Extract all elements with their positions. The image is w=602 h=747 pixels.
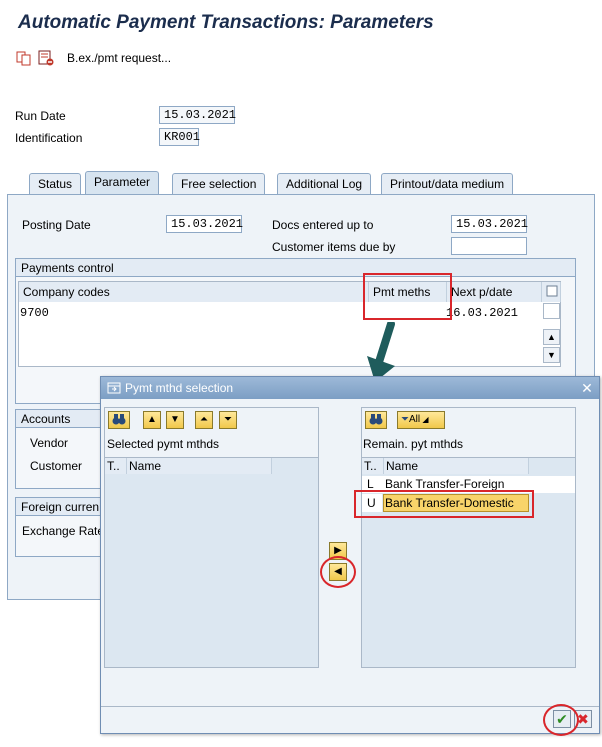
column-settings-icon[interactable] [542, 282, 561, 302]
dialog-close-icon[interactable]: ✕ [579, 380, 595, 396]
vendor-label: Vendor [30, 436, 69, 450]
list-item-name: Bank Transfer-Foreign [385, 477, 505, 491]
docs-entered-field[interactable]: 15.03.2021 [451, 215, 528, 233]
column-header-name-right[interactable]: Name [384, 458, 529, 474]
move-top-icon[interactable]: ⏶ [195, 411, 213, 429]
move-bottom-icon[interactable]: ⏷ [219, 411, 237, 429]
scroll-up-icon[interactable]: ▲ [543, 329, 560, 345]
move-up-icon[interactable]: ▲ [143, 411, 161, 429]
tab-label: Additional Log [286, 177, 363, 191]
customer-due-field[interactable] [451, 237, 527, 255]
tab-additional-log[interactable]: Additional Log [277, 173, 372, 195]
dialog-title: Pymt mthd selection [125, 381, 234, 395]
posting-date-label: Posting Date [22, 218, 91, 232]
page-title: Automatic Payment Transactions: Paramete… [18, 12, 434, 33]
tab-label: Parameter [94, 175, 151, 189]
find-binoculars-icon[interactable] [108, 411, 130, 429]
tab-label: Status [38, 177, 73, 191]
delete-record-icon[interactable] [38, 50, 54, 66]
accounts-label: Accounts [21, 412, 71, 426]
customer-label: Customer [30, 459, 83, 473]
move-left-highlight [320, 556, 356, 588]
tab-free-selection[interactable]: Free selection [172, 173, 266, 195]
run-date-field[interactable]: 15.03.2021 [159, 106, 236, 124]
list-item-code: L [367, 477, 374, 491]
row-select-box[interactable] [543, 303, 560, 319]
exchange-rate-label: Exchange Rate [22, 524, 105, 538]
tab-parameter[interactable]: Parameter [85, 171, 160, 195]
tab-label: Printout/data medium [390, 177, 505, 191]
selected-item-highlight [354, 490, 534, 518]
dialog-divider [101, 706, 599, 707]
pmt-meths-highlight [363, 273, 452, 320]
customer-due-label: Customer items due by [272, 240, 396, 254]
run-date-label: Run Date [15, 109, 66, 123]
arrow-annotation-icon [363, 320, 403, 382]
tab-label: Free selection [181, 177, 257, 191]
scroll-down-icon[interactable]: ▼ [543, 347, 560, 363]
filter-icon: ⏷ [401, 414, 409, 425]
find-binoculars-icon-right[interactable] [365, 411, 387, 429]
selected-list-header: Selected pymt mthds [107, 437, 220, 451]
identification-label: Identification [15, 131, 83, 145]
tab-printout[interactable]: Printout/data medium [381, 173, 514, 195]
selected-list-table[interactable] [104, 457, 319, 668]
bex-pmt-request-button[interactable]: B.ex./pmt request... [67, 51, 171, 65]
foreign-currency-label: Foreign curren [21, 500, 100, 514]
column-header-next-date[interactable]: Next p/date [447, 282, 542, 302]
filter-all-label: All [409, 414, 421, 425]
copy-icon[interactable] [16, 50, 32, 66]
posting-date-field[interactable]: 15.03.2021 [166, 215, 243, 233]
confirm-highlight [543, 704, 579, 736]
table-cell-company-code[interactable]: 9700 [20, 306, 49, 320]
tab-status[interactable]: Status [29, 173, 82, 195]
payments-control-label: Payments control [21, 261, 114, 275]
chevron-down-icon: ◢ [420, 415, 429, 424]
column-header-name[interactable]: Name [127, 458, 272, 474]
move-down-icon[interactable]: ▼ [166, 411, 184, 429]
column-header-type-right[interactable]: T.. [362, 458, 384, 474]
table-cell-next-date[interactable]: 16.03.2021 [446, 306, 518, 320]
column-header-company-codes[interactable]: Company codes [19, 282, 369, 302]
remaining-list-header: Remain. pyt mthds [363, 437, 464, 451]
filter-all-button[interactable]: ⏷All ◢ [397, 411, 445, 429]
dialog-window-icon [107, 381, 121, 395]
identification-field[interactable]: KR001 [159, 128, 200, 146]
docs-entered-label: Docs entered up to [272, 218, 374, 232]
column-header-type[interactable]: T.. [105, 458, 127, 474]
payments-control-header: Payments control [16, 259, 575, 277]
